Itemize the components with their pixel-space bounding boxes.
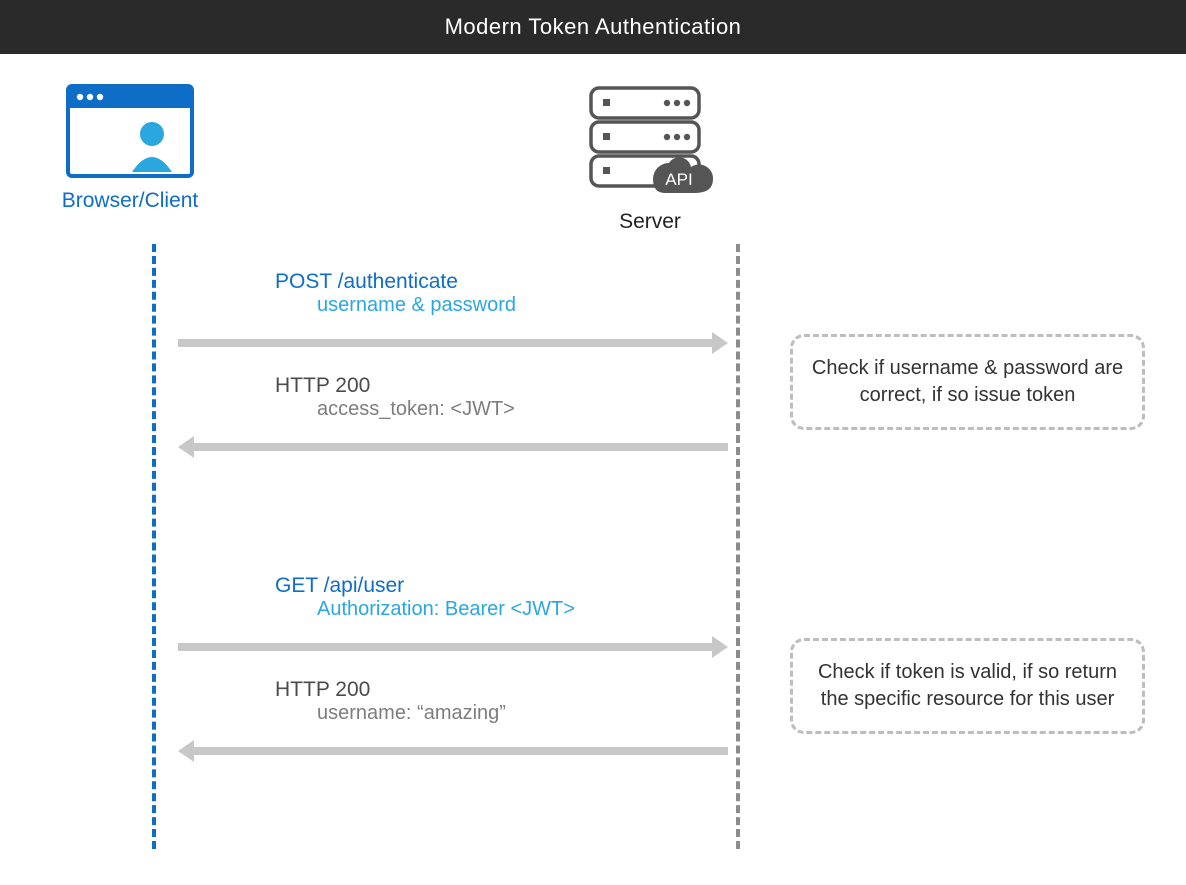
res2-status: HTTP 200 [275,678,735,702]
message-req2-label: GET /api/user Authorization: Bearer <JWT… [275,574,735,621]
server-note-2: Check if token is valid, if so return th… [790,638,1145,734]
res2-body: username: “amazing” [317,702,735,725]
actor-client: Browser/Client [40,84,220,213]
arrow-req1 [178,336,728,350]
res1-status: HTTP 200 [275,374,735,398]
message-req1-label: POST /authenticate username & password [275,270,735,317]
message-res2-label: HTTP 200 username: “amazing” [275,678,735,725]
message-res1-label: HTTP 200 access_token: <JWT> [275,374,735,421]
arrow-res2 [178,744,728,758]
server-note-1-text: Check if username & password are correct… [812,357,1123,406]
req2-body: Authorization: Bearer <JWT> [317,598,735,621]
page-title: Modern Token Authentication [445,14,742,40]
actor-server: API Server [560,84,740,234]
sequence-diagram: Browser/Client API Server [0,54,1186,885]
actor-server-label: Server [560,210,740,234]
actor-client-label: Browser/Client [40,189,220,213]
arrow-req2 [178,640,728,654]
res1-body: access_token: <JWT> [317,398,735,421]
req1-method-path: POST /authenticate [275,270,735,294]
req1-body: username & password [317,294,735,317]
server-api-icon: API [575,84,725,199]
page-title-bar: Modern Token Authentication [0,0,1186,54]
arrow-res1 [178,440,728,454]
lifeline-client [152,244,156,849]
api-badge-label: API [665,170,692,189]
server-note-2-text: Check if token is valid, if so return th… [818,661,1117,710]
browser-client-icon [66,84,194,178]
req2-method-path: GET /api/user [275,574,735,598]
lifeline-server [736,244,740,849]
server-note-1: Check if username & password are correct… [790,334,1145,430]
